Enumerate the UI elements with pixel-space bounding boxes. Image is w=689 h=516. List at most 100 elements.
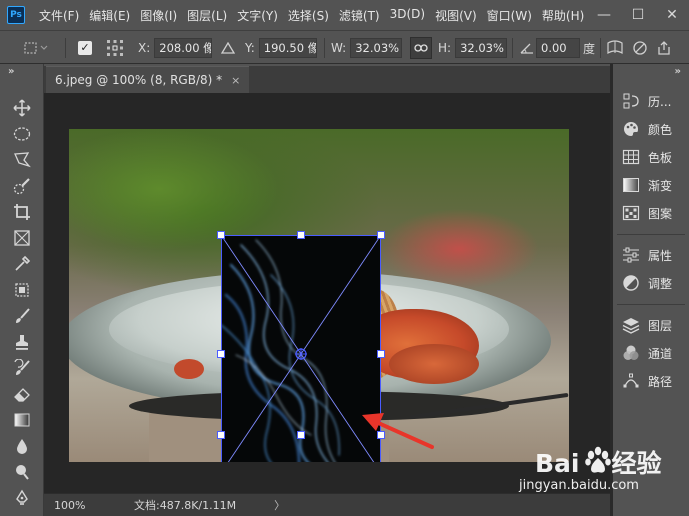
quick-selection-tool-icon[interactable]	[6, 174, 38, 198]
panel-adjustments[interactable]: 调整	[613, 270, 689, 296]
x-label: X:	[138, 41, 151, 55]
reference-point-checkbox[interactable]: ✓	[78, 31, 92, 65]
panel-paths[interactable]: 路径	[613, 368, 689, 394]
panel-gradients-label: 渐变	[648, 178, 673, 193]
document-tab-bar: 6.jpeg @ 100% (8, RGB/8) * ×	[44, 66, 610, 93]
menu-window[interactable]: 窗口(W)	[487, 7, 532, 24]
crop-tool-icon[interactable]	[6, 200, 38, 224]
menu-3d[interactable]: 3D(D)	[390, 7, 425, 24]
zoom-level[interactable]: 100%	[54, 499, 104, 512]
panel-patterns[interactable]: 图案	[613, 200, 689, 226]
transform-handle-top-left[interactable]	[217, 231, 225, 239]
food-photo-layer[interactable]	[69, 129, 569, 462]
reference-point-locator-icon[interactable]	[106, 31, 124, 65]
tab-close-icon[interactable]: ×	[231, 74, 240, 87]
elliptical-marquee-tool-icon[interactable]	[6, 122, 38, 146]
link-aspect-ratio-icon[interactable]	[410, 31, 432, 65]
expand-panels-icon[interactable]: »	[675, 66, 681, 77]
transform-handle-top-right[interactable]	[377, 231, 385, 239]
blur-tool-icon[interactable]	[6, 434, 38, 458]
panel-properties-label: 属性	[648, 248, 673, 263]
menu-layer[interactable]: 图层(L)	[187, 7, 227, 24]
rotate-angle-input[interactable]: 0.00	[536, 38, 580, 58]
w-label: W:	[331, 41, 347, 55]
warp-mode-icon[interactable]	[606, 31, 624, 65]
gradient-icon	[619, 175, 643, 195]
h-label: H:	[438, 41, 452, 55]
gradient-tool-icon[interactable]	[6, 408, 38, 432]
dodge-tool-icon[interactable]	[6, 460, 38, 484]
panel-history[interactable]: 历...	[613, 88, 689, 114]
menu-help[interactable]: 帮助(H)	[542, 7, 584, 24]
paths-icon	[619, 371, 643, 391]
watermark-url: jingyan.baidu.com	[519, 478, 639, 493]
panel-swatches[interactable]: 色板	[613, 144, 689, 170]
close-button[interactable]: ✕	[655, 0, 689, 30]
menu-select[interactable]: 选择(S)	[288, 7, 329, 24]
delta-icon[interactable]	[221, 31, 235, 65]
menu-bar: Ps 文件(F) 编辑(E) 图像(I) 图层(L) 文字(Y) 选择(S) 滤…	[0, 0, 689, 30]
height-input[interactable]: 32.03%	[455, 38, 508, 58]
pen-tool-icon[interactable]	[6, 486, 38, 510]
menu-view[interactable]: 视图(V)	[435, 7, 477, 24]
cancel-transform-icon[interactable]	[632, 31, 648, 65]
panel-channels-label: 通道	[648, 346, 673, 361]
polygonal-lasso-tool-icon[interactable]	[6, 148, 38, 172]
menu-edit[interactable]: 编辑(E)	[89, 7, 130, 24]
patterns-icon	[619, 203, 643, 223]
baidu-jingyan-watermark: Bai 经验 jingyan.baidu.com	[497, 440, 687, 512]
collapse-tools-icon[interactable]: »	[8, 66, 14, 77]
spot-healing-brush-tool-icon[interactable]	[6, 278, 38, 302]
share-icon[interactable]	[656, 31, 672, 65]
y-label: Y:	[245, 41, 255, 55]
color-icon	[619, 119, 643, 139]
eraser-tool-icon[interactable]	[6, 382, 38, 406]
history-brush-tool-icon[interactable]	[6, 356, 38, 380]
transform-handle-top-center[interactable]	[297, 231, 305, 239]
width-input[interactable]: 32.03%	[350, 38, 403, 58]
document-size-info: 文档:487.8K/1.11M	[134, 499, 237, 512]
red-arrow-annotation-icon	[362, 413, 434, 449]
panel-layers-label: 图层	[648, 318, 673, 333]
menu-file[interactable]: 文件(F)	[39, 7, 79, 24]
document-tab[interactable]: 6.jpeg @ 100% (8, RGB/8) * ×	[46, 66, 250, 93]
panel-gradients[interactable]: 渐变	[613, 172, 689, 198]
status-menu-arrow-icon[interactable]: 〉	[274, 497, 285, 513]
menu-items: 文件(F) 编辑(E) 图像(I) 图层(L) 文字(Y) 选择(S) 滤镜(T…	[39, 7, 594, 24]
menu-type[interactable]: 文字(Y)	[237, 7, 278, 24]
minimize-button[interactable]: —	[587, 0, 621, 30]
adjustments-icon	[619, 273, 643, 293]
eyedropper-tool-icon[interactable]	[6, 252, 38, 276]
transform-handle-bottom-center[interactable]	[297, 431, 305, 439]
panel-color-label: 颜色	[648, 122, 673, 137]
layers-icon	[619, 315, 643, 335]
transform-tool-preset-icon[interactable]	[22, 31, 48, 65]
brush-tool-icon[interactable]	[6, 304, 38, 328]
move-tool-icon[interactable]	[6, 96, 38, 120]
degree-label: 度	[583, 41, 596, 56]
photoshop-logo-icon: Ps	[7, 6, 25, 24]
menu-filter[interactable]: 滤镜(T)	[339, 7, 380, 24]
options-bar: ✓ X: 208.00 像素 Y: 190.50 像素 W: 32.03% H:…	[0, 30, 689, 64]
frame-tool-icon[interactable]	[6, 226, 38, 250]
panel-patterns-label: 图案	[648, 206, 673, 221]
panel-color[interactable]: 颜色	[613, 116, 689, 142]
transform-handle-bottom-left[interactable]	[217, 431, 225, 439]
panel-swatches-label: 色板	[648, 150, 673, 165]
panel-channels[interactable]: 通道	[613, 340, 689, 366]
history-icon	[619, 91, 643, 111]
channels-icon	[619, 343, 643, 363]
swatches-icon	[619, 147, 643, 167]
canvas-area[interactable]	[44, 93, 610, 493]
transform-handle-middle-right[interactable]	[377, 350, 385, 358]
x-input[interactable]: 208.00 像素	[154, 38, 213, 58]
transform-handle-middle-left[interactable]	[217, 350, 225, 358]
y-input[interactable]: 190.50 像素	[258, 38, 317, 58]
tools-panel: »	[0, 64, 44, 516]
maximize-button[interactable]: ☐	[621, 0, 655, 30]
clone-stamp-tool-icon[interactable]	[6, 330, 38, 354]
document-tab-title: 6.jpeg @ 100% (8, RGB/8) *	[55, 73, 223, 87]
panel-layers[interactable]: 图层	[613, 312, 689, 338]
panel-properties[interactable]: 属性	[613, 242, 689, 268]
menu-image[interactable]: 图像(I)	[140, 7, 177, 24]
